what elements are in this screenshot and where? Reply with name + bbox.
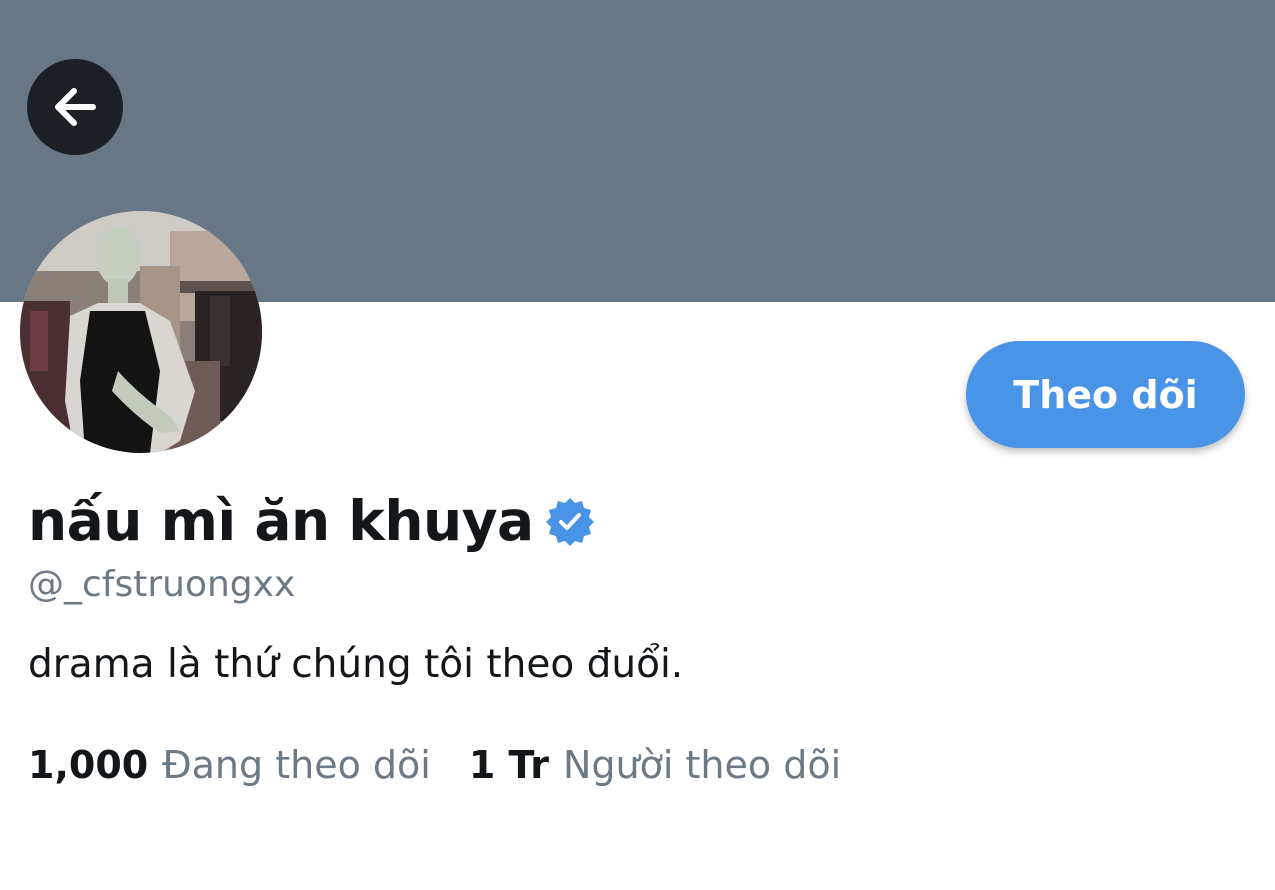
back-button[interactable] bbox=[27, 59, 123, 155]
avatar-image bbox=[20, 211, 262, 453]
following-count: 1,000 bbox=[28, 743, 149, 787]
profile-stats: 1,000 Đang theo dõi 1 Tr Người theo dõi bbox=[28, 740, 841, 790]
avatar[interactable] bbox=[20, 211, 262, 453]
display-name: nấu mì ăn khuya bbox=[28, 489, 534, 553]
profile-bio: drama là thứ chúng tôi theo đuổi. bbox=[28, 642, 684, 687]
arrow-left-icon bbox=[55, 88, 96, 126]
name-row: nấu mì ăn khuya bbox=[28, 486, 596, 556]
verified-badge-icon bbox=[544, 495, 596, 547]
following-stat[interactable]: 1,000 Đang theo dõi bbox=[28, 740, 431, 790]
follow-button[interactable]: Theo dõi bbox=[966, 341, 1245, 448]
profile-handle: @_cfstruongxx bbox=[28, 564, 296, 605]
followers-label: Người theo dõi bbox=[563, 743, 842, 787]
profile-page: Theo dõi nấu mì ăn khuya @_cfstruongxx d… bbox=[0, 0, 1275, 890]
followers-stat[interactable]: 1 Tr Người theo dõi bbox=[469, 740, 841, 790]
followers-count: 1 Tr bbox=[468, 743, 549, 787]
following-label: Đang theo dõi bbox=[162, 743, 431, 787]
